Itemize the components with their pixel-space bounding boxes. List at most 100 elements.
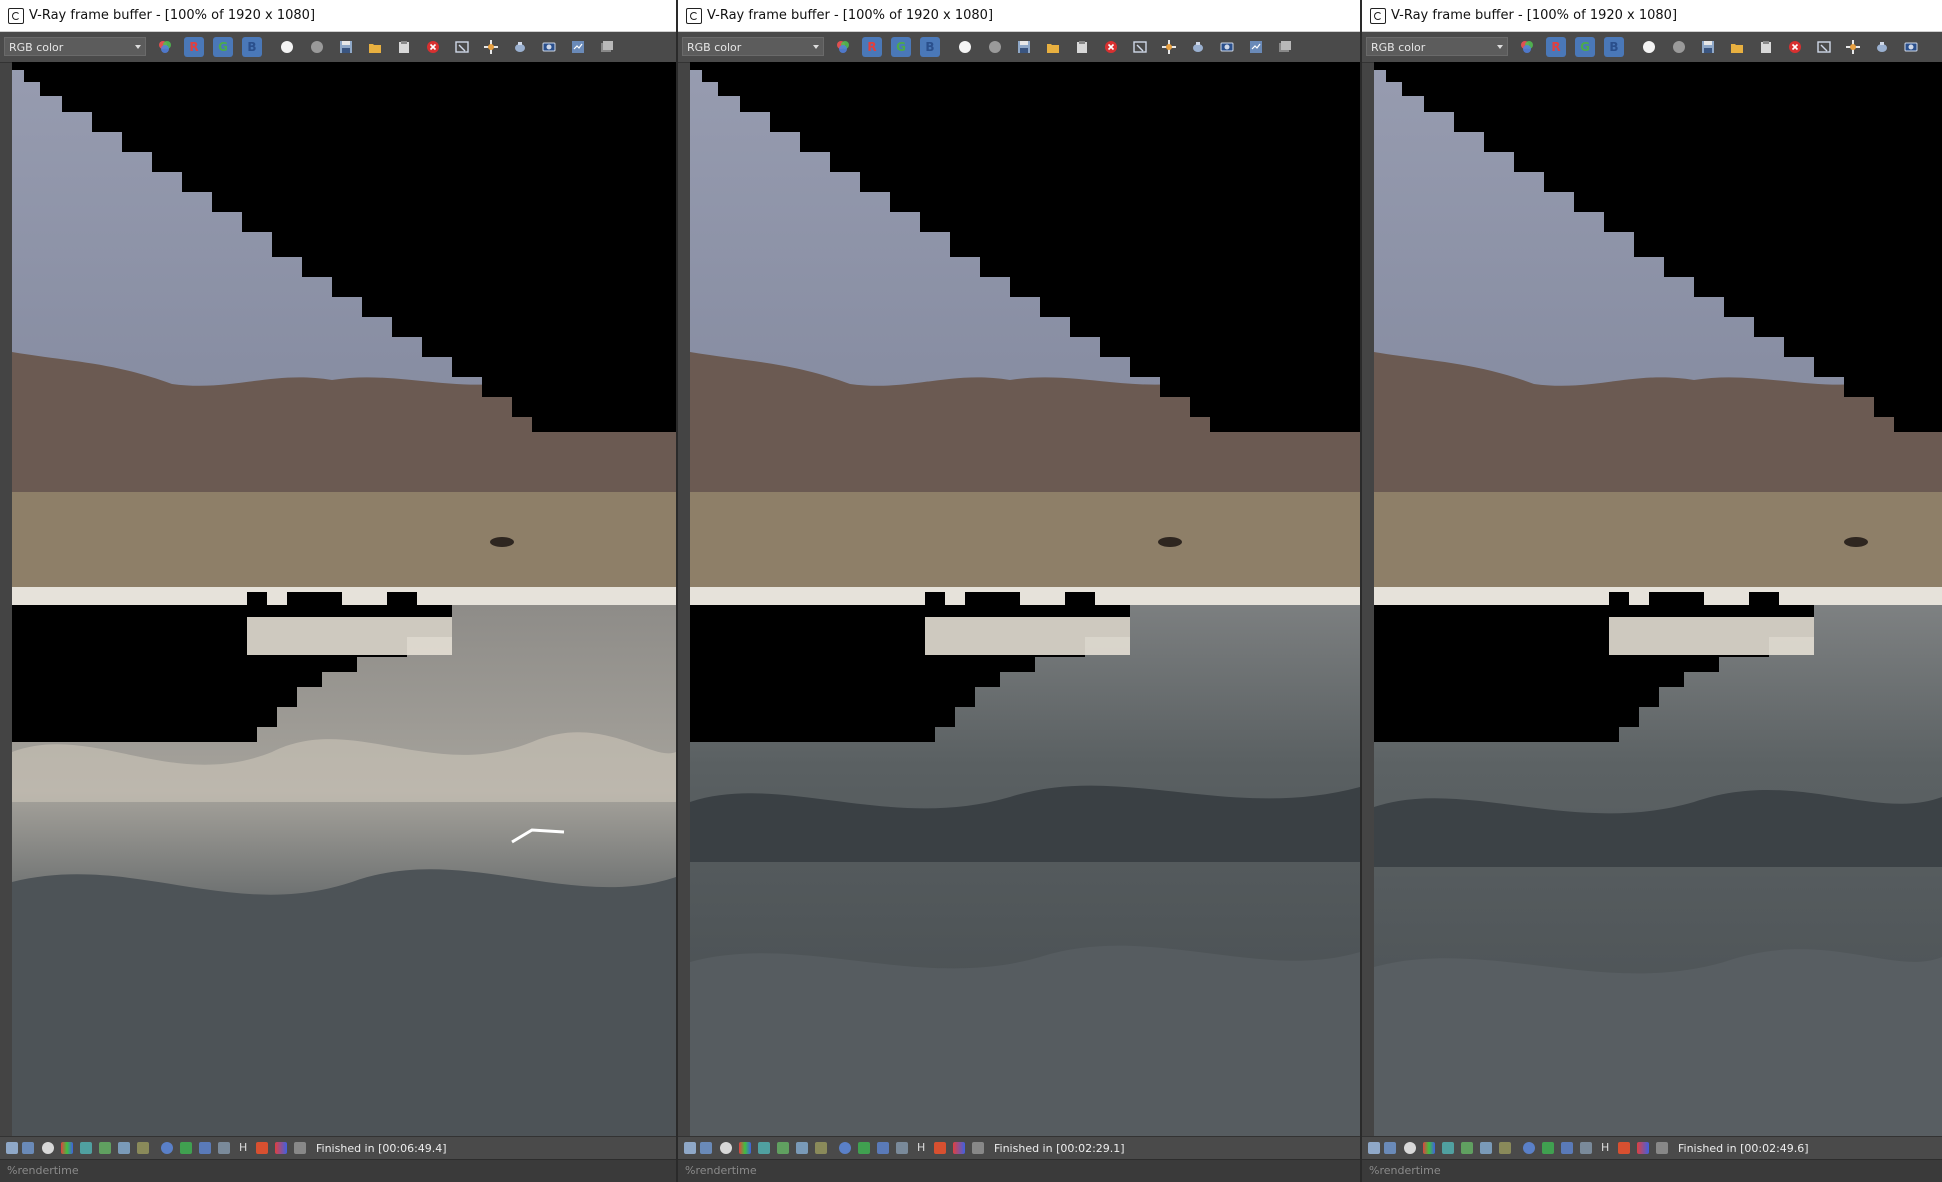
green-channel-button[interactable]: G [1575, 37, 1595, 57]
render-view-button[interactable] [1188, 37, 1208, 57]
region-render-button[interactable] [452, 37, 472, 57]
red-channel-button[interactable]: R [1546, 37, 1566, 57]
render-view-button[interactable] [1872, 37, 1892, 57]
history-icon[interactable] [1384, 1142, 1396, 1154]
track-mouse-button[interactable] [481, 37, 501, 57]
levels-icon[interactable] [80, 1142, 92, 1154]
levels-icon[interactable] [1442, 1142, 1454, 1154]
compare-icon[interactable] [1580, 1142, 1592, 1154]
green-channel-button[interactable]: G [213, 37, 233, 57]
vertical-wipe-icon[interactable] [1618, 1142, 1630, 1154]
blue-channel-button[interactable]: B [242, 37, 262, 57]
blue-channel-button[interactable]: B [1604, 37, 1624, 57]
srgb-icon[interactable] [199, 1142, 211, 1154]
ocio-icon[interactable] [858, 1142, 870, 1154]
color-picker-button[interactable] [833, 37, 853, 57]
view-mono-button[interactable] [307, 37, 327, 57]
load-image-button[interactable] [365, 37, 385, 57]
history-icon[interactable] [700, 1142, 712, 1154]
history-button[interactable] [597, 37, 617, 57]
ab-compare-icon[interactable] [953, 1142, 965, 1154]
curve-icon[interactable] [1461, 1142, 1473, 1154]
vertical-wipe-icon[interactable] [934, 1142, 946, 1154]
pixel-info-icon[interactable] [294, 1142, 306, 1154]
info-icon[interactable] [42, 1142, 54, 1154]
curve-icon[interactable] [777, 1142, 789, 1154]
histogram-icon[interactable] [118, 1142, 130, 1154]
compare-icon[interactable] [218, 1142, 230, 1154]
render-viewport[interactable] [12, 62, 676, 1137]
history-icon[interactable] [22, 1142, 34, 1154]
channel-select[interactable]: RGB color [1366, 37, 1508, 56]
lens-effects-button[interactable] [1217, 37, 1237, 57]
save-icon[interactable] [1368, 1142, 1380, 1154]
curve-icon[interactable] [99, 1142, 111, 1154]
view-white-button[interactable] [277, 37, 297, 57]
save-image-button[interactable] [1698, 37, 1718, 57]
zoom-button[interactable] [1246, 37, 1266, 57]
color-correction-icon[interactable] [739, 1142, 751, 1154]
blue-channel-button[interactable]: B [920, 37, 940, 57]
pixel-info-icon[interactable] [1656, 1142, 1668, 1154]
lens-effects-button[interactable] [539, 37, 559, 57]
levels-icon[interactable] [758, 1142, 770, 1154]
ab-compare-icon[interactable] [1637, 1142, 1649, 1154]
zoom-button[interactable] [568, 37, 588, 57]
lut-icon[interactable] [161, 1142, 173, 1154]
lens-effects-button[interactable] [1901, 37, 1921, 57]
pixel-info-icon[interactable] [972, 1142, 984, 1154]
color-picker-button[interactable] [1517, 37, 1537, 57]
channel-select[interactable]: RGB color [4, 37, 146, 56]
load-image-button[interactable] [1043, 37, 1063, 57]
ab-compare-icon[interactable] [275, 1142, 287, 1154]
stop-render-button[interactable] [1785, 37, 1805, 57]
compare-icon[interactable] [896, 1142, 908, 1154]
track-mouse-button[interactable] [1159, 37, 1179, 57]
exposure-icon[interactable] [1499, 1142, 1511, 1154]
render-view-button[interactable] [510, 37, 530, 57]
stop-render-button[interactable] [423, 37, 443, 57]
lut-icon[interactable] [839, 1142, 851, 1154]
view-mono-button[interactable] [1669, 37, 1689, 57]
channel-select[interactable]: RGB color [682, 37, 824, 56]
color-picker-button[interactable] [155, 37, 175, 57]
clear-image-button[interactable] [1072, 37, 1092, 57]
view-mono-button[interactable] [985, 37, 1005, 57]
color-correction-icon[interactable] [61, 1142, 73, 1154]
red-channel-button[interactable]: R [184, 37, 204, 57]
exposure-icon[interactable] [137, 1142, 149, 1154]
exposure-icon[interactable] [815, 1142, 827, 1154]
green-channel-button[interactable]: G [891, 37, 911, 57]
color-correction-icon[interactable] [1423, 1142, 1435, 1154]
save-icon[interactable] [684, 1142, 696, 1154]
lut-icon[interactable] [1523, 1142, 1535, 1154]
track-mouse-button[interactable] [1843, 37, 1863, 57]
clear-image-button[interactable] [394, 37, 414, 57]
horizontal-wipe-icon[interactable]: H [1601, 1142, 1613, 1154]
info-icon[interactable] [720, 1142, 732, 1154]
histogram-icon[interactable] [796, 1142, 808, 1154]
clear-image-button[interactable] [1756, 37, 1776, 57]
history-button[interactable] [1275, 37, 1295, 57]
region-render-button[interactable] [1130, 37, 1150, 57]
view-white-button[interactable] [1639, 37, 1659, 57]
srgb-icon[interactable] [1561, 1142, 1573, 1154]
load-image-button[interactable] [1727, 37, 1747, 57]
vertical-wipe-icon[interactable] [256, 1142, 268, 1154]
region-render-button[interactable] [1814, 37, 1834, 57]
histogram-icon[interactable] [1480, 1142, 1492, 1154]
red-channel-button[interactable]: R [862, 37, 882, 57]
horizontal-wipe-icon[interactable]: H [917, 1142, 929, 1154]
srgb-icon[interactable] [877, 1142, 889, 1154]
render-viewport[interactable] [690, 62, 1360, 1137]
ocio-icon[interactable] [180, 1142, 192, 1154]
render-viewport[interactable] [1374, 62, 1942, 1137]
save-image-button[interactable] [336, 37, 356, 57]
save-image-button[interactable] [1014, 37, 1034, 57]
view-white-button[interactable] [955, 37, 975, 57]
ocio-icon[interactable] [1542, 1142, 1554, 1154]
info-icon[interactable] [1404, 1142, 1416, 1154]
stop-render-button[interactable] [1101, 37, 1121, 57]
save-icon[interactable] [6, 1142, 18, 1154]
horizontal-wipe-icon[interactable]: H [239, 1142, 251, 1154]
